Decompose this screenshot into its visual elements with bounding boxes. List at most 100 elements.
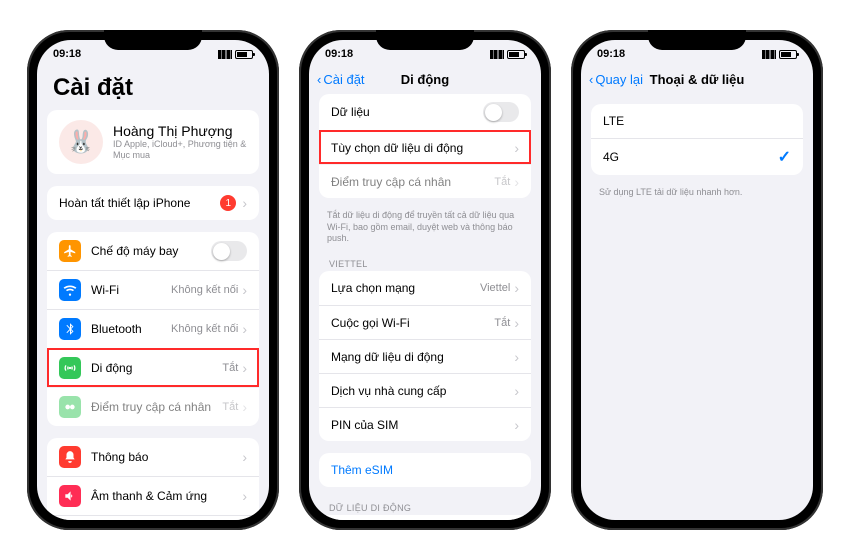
hotspot-label: Điểm truy cập cá nhân	[331, 175, 494, 189]
back-button[interactable]: ‹ Quay lại	[589, 72, 643, 87]
notch	[376, 30, 474, 50]
chevron-left-icon: ‹	[589, 72, 593, 87]
battery-icon	[235, 50, 253, 59]
chevron-right-icon: ›	[514, 280, 519, 296]
cellular-data-toggle[interactable]	[483, 102, 519, 122]
lte-row[interactable]: LTE	[591, 104, 803, 138]
carrier-group: Lựa chọn mạng Viettel › Cuộc gọi Wi-Fi T…	[319, 271, 531, 441]
signal-icon	[490, 50, 504, 59]
screen-settings: 09:18 Cài đặt 🐰 Hoàng Thị Phượng ID Appl…	[37, 40, 269, 520]
battery-icon	[779, 50, 797, 59]
nav-header: ‹ Cài đặt Di động	[309, 64, 541, 94]
hotspot-icon	[59, 396, 81, 418]
finish-setup-label: Hoàn tất thiết lập iPhone	[59, 196, 220, 210]
wifi-calling-value: Tắt	[494, 317, 510, 329]
back-button[interactable]: ‹ Cài đặt	[317, 72, 365, 87]
4g-row[interactable]: 4G ✓	[591, 138, 803, 175]
chevron-right-icon: ›	[514, 349, 519, 365]
data-options-row[interactable]: Tùy chọn dữ liệu di động ›	[319, 130, 531, 164]
carrier-services-label: Dịch vụ nhà cung cấp	[331, 384, 514, 398]
phone-1: 09:18 Cài đặt 🐰 Hoàng Thị Phượng ID Appl…	[27, 30, 279, 530]
profile-sub: ID Apple, iCloud+, Phương tiện & Mục mua	[113, 139, 247, 161]
system-group: Thông báo › Âm thanh & Cảm ứng ›	[47, 438, 259, 520]
chevron-right-icon: ›	[242, 360, 247, 376]
cellular-data-label: Dữ liệu	[331, 105, 483, 119]
back-label: Quay lại	[595, 72, 643, 87]
sim-pin-row[interactable]: PIN của SIM ›	[319, 407, 531, 441]
sounds-row[interactable]: Âm thanh & Cảm ứng ›	[47, 476, 259, 515]
network-selection-row[interactable]: Lựa chọn mạng Viettel ›	[319, 271, 531, 305]
wifi-calling-label: Cuộc gọi Wi-Fi	[331, 316, 494, 330]
connectivity-group: Chế độ máy bay Wi-Fi Không kết nối ›	[47, 232, 259, 426]
cellular-scroll[interactable]: Dữ liệu Tùy chọn dữ liệu di động › Điểm …	[309, 94, 541, 520]
airplane-label: Chế độ máy bay	[91, 244, 211, 258]
hotspot-row[interactable]: Điểm truy cập cá nhân Tắt ›	[319, 164, 531, 198]
signal-icon	[218, 50, 232, 59]
carrier-header: VIETTEL	[309, 255, 541, 271]
voice-data-content: ‹ Quay lại Thoại & dữ liệu LTE 4G ✓ Sử d…	[581, 64, 813, 520]
profile-name: Hoàng Thị Phượng	[113, 123, 247, 139]
status-indicators	[490, 50, 525, 59]
chevron-right-icon: ›	[242, 195, 247, 211]
hotspot-value: Tắt	[222, 401, 238, 413]
data-options-label: Tùy chọn dữ liệu di động	[331, 141, 514, 155]
cellular-value: Tắt	[222, 362, 238, 374]
data-group: Dữ liệu Tùy chọn dữ liệu di động › Điểm …	[319, 94, 531, 198]
data-network-row[interactable]: Mạng dữ liệu di động ›	[319, 339, 531, 373]
phone-3: 09:18 ‹ Quay lại Thoại & dữ liệu	[571, 30, 823, 530]
wifi-icon	[59, 279, 81, 301]
chevron-right-icon: ›	[242, 282, 247, 298]
profile-group: 🐰 Hoàng Thị Phượng ID Apple, iCloud+, Ph…	[47, 110, 259, 174]
network-selection-label: Lựa chọn mạng	[331, 281, 480, 295]
notch	[648, 30, 746, 50]
wifi-label: Wi-Fi	[91, 283, 171, 297]
finish-setup-group: Hoàn tất thiết lập iPhone 1 ›	[47, 186, 259, 220]
carrier-services-row[interactable]: Dịch vụ nhà cung cấp ›	[319, 373, 531, 407]
airplane-mode-row[interactable]: Chế độ máy bay	[47, 232, 259, 270]
finish-setup-row[interactable]: Hoàn tất thiết lập iPhone 1 ›	[47, 186, 259, 220]
page-title: Cài đặt	[37, 64, 269, 110]
avatar-icon: 🐰	[59, 120, 103, 164]
cellular-content: ‹ Cài đặt Di động Dữ liệu Tùy chọn dữ li…	[309, 64, 541, 520]
4g-label: 4G	[603, 150, 778, 164]
checkmark-icon: ✓	[778, 147, 791, 167]
bluetooth-icon	[59, 318, 81, 340]
add-esim-row[interactable]: Thêm eSIM	[319, 453, 531, 487]
bluetooth-row[interactable]: Bluetooth Không kết nối ›	[47, 309, 259, 348]
settings-content[interactable]: Cài đặt 🐰 Hoàng Thị Phượng ID Apple, iCl…	[37, 64, 269, 520]
usage-group: Thời gian hiện tại 36,3 GB	[319, 515, 531, 520]
wifi-row[interactable]: Wi-Fi Không kết nối ›	[47, 270, 259, 309]
chevron-right-icon: ›	[514, 174, 519, 190]
cellular-row[interactable]: Di động Tắt ›	[47, 348, 259, 387]
airplane-icon	[59, 240, 81, 262]
phone-triptych: 09:18 Cài đặt 🐰 Hoàng Thị Phượng ID Appl…	[0, 0, 850, 560]
signal-icon	[762, 50, 776, 59]
cellular-data-row[interactable]: Dữ liệu	[319, 94, 531, 130]
notifications-row[interactable]: Thông báo ›	[47, 438, 259, 476]
wifi-calling-row[interactable]: Cuộc gọi Wi-Fi Tắt ›	[319, 305, 531, 339]
status-time: 09:18	[325, 48, 353, 60]
cellular-icon	[59, 357, 81, 379]
chevron-right-icon: ›	[242, 488, 247, 504]
battery-icon	[507, 50, 525, 59]
notification-badge: 1	[220, 195, 236, 211]
hotspot-row[interactable]: Điểm truy cập cá nhân Tắt ›	[47, 387, 259, 426]
data-note: Tắt dữ liệu di động để truyền tất cả dữ …	[309, 210, 541, 255]
hotspot-value: Tắt	[494, 176, 510, 188]
chevron-right-icon: ›	[514, 315, 519, 331]
status-time: 09:18	[597, 48, 625, 60]
chevron-right-icon: ›	[514, 140, 519, 156]
status-time: 09:18	[53, 48, 81, 60]
current-period-row[interactable]: Thời gian hiện tại 36,3 GB	[319, 515, 531, 520]
chevron-right-icon: ›	[514, 383, 519, 399]
airplane-toggle[interactable]	[211, 241, 247, 261]
focus-row[interactable]: Tập trung ›	[47, 515, 259, 520]
apple-id-row[interactable]: 🐰 Hoàng Thị Phượng ID Apple, iCloud+, Ph…	[47, 110, 259, 174]
nav-header: ‹ Quay lại Thoại & dữ liệu	[581, 64, 813, 94]
chevron-left-icon: ‹	[317, 72, 321, 87]
sounds-label: Âm thanh & Cảm ứng	[91, 489, 242, 503]
lte-label: LTE	[603, 114, 791, 128]
phone-2: 09:18 ‹ Cài đặt Di động	[299, 30, 551, 530]
chevron-right-icon: ›	[242, 449, 247, 465]
add-esim-label: Thêm eSIM	[331, 463, 519, 477]
